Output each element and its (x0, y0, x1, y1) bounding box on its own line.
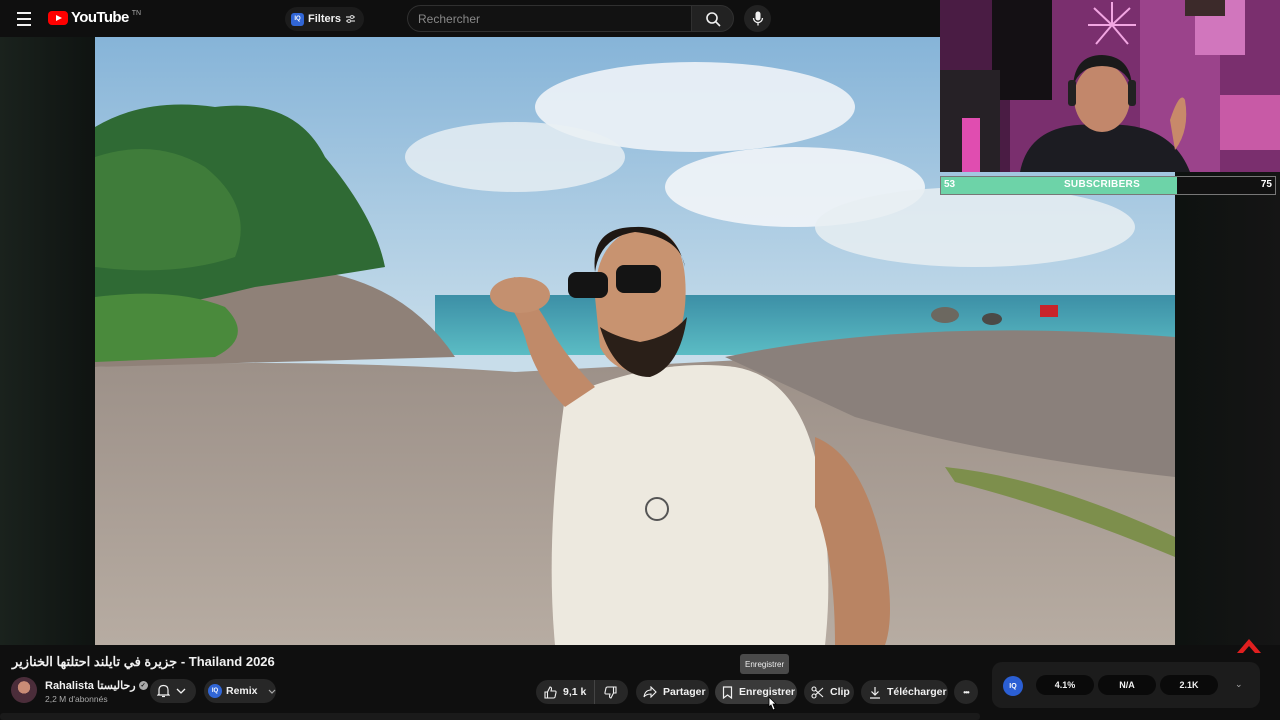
notification-bell-button[interactable] (150, 679, 196, 703)
page-scroll-strip (0, 713, 980, 720)
subscriber-count: 2,2 M d'abonnés (45, 694, 108, 704)
search-input[interactable] (407, 5, 691, 32)
masthead: YouTube TN IQ Filters (0, 0, 940, 37)
filters-label: Filters (308, 13, 342, 25)
more-icon: ••• (963, 687, 969, 697)
youtube-play-icon (48, 10, 68, 25)
share-button[interactable]: Partager (636, 680, 709, 704)
like-dislike-group: 9,1 k (536, 680, 628, 704)
youtube-logo[interactable]: YouTube TN (48, 9, 141, 26)
channel-name-row[interactable]: Rahalista رحاليستا ✓ (45, 679, 148, 692)
stat-engagement: 4.1% (1036, 675, 1094, 695)
thumbs-up-icon (544, 685, 557, 699)
search-button[interactable] (691, 5, 734, 32)
verified-icon: ✓ (138, 681, 148, 690)
mouse-cursor-icon (768, 696, 777, 711)
more-actions-button[interactable]: ••• (954, 680, 978, 704)
microphone-icon (752, 11, 763, 26)
sliders-icon (346, 15, 356, 23)
menu-button[interactable] (12, 8, 36, 30)
logo-country-code: TN (131, 10, 142, 17)
share-label: Partager (663, 686, 706, 698)
stat-tertiary: 2.1K (1160, 675, 1218, 695)
remix-button[interactable]: IQ Remix (204, 679, 276, 703)
search-bar (407, 5, 734, 32)
streamer-webcam (940, 0, 1280, 172)
iq-stats-panel: IQ 4.1% N/A 2.1K ⌄ (992, 662, 1260, 708)
logo-text: YouTube (71, 9, 129, 26)
scissors-icon (811, 685, 824, 699)
like-button[interactable]: 9,1 k (536, 680, 596, 704)
subscriber-goal-bar: 53 SUBSCRIBERS 75 (940, 176, 1276, 195)
download-label: Télécharger (887, 686, 947, 698)
share-icon (643, 686, 657, 698)
chevron-down-icon (176, 688, 186, 694)
save-tooltip: Enregistrer (740, 654, 790, 674)
bell-icon (157, 684, 170, 698)
clip-button[interactable]: Clip (804, 680, 854, 704)
voice-search-button[interactable] (744, 5, 771, 32)
youtube-watch-page: YouTube TN IQ Filters Rechercher 53 SUBS… (0, 0, 1280, 720)
download-button[interactable]: Télécharger (861, 680, 948, 704)
subscriber-goal-target: 75 (1260, 179, 1272, 190)
iq-extension-icon: IQ (291, 12, 304, 26)
remix-label: Remix (226, 685, 258, 697)
red-arrow-icon (1237, 639, 1261, 653)
video-title: جزيرة في تايلند احتلتها الخنازير - Thail… (12, 654, 275, 669)
subscriber-goal-label: SUBSCRIBERS (1063, 179, 1141, 190)
hamburger-icon (17, 12, 31, 14)
stat-secondary: N/A (1098, 675, 1156, 695)
chevron-down-icon[interactable]: ⌄ (1235, 679, 1243, 690)
clip-label: Clip (830, 686, 850, 698)
channel-name[interactable]: Rahalista رحاليستا (45, 679, 136, 692)
iq-extension-icon: IQ (208, 684, 222, 698)
save-button[interactable]: Enregistrer (715, 680, 797, 704)
bookmark-icon (722, 685, 733, 699)
search-icon (705, 11, 721, 27)
thumbs-down-icon (604, 685, 617, 699)
chevron-down-icon (268, 689, 275, 694)
channel-avatar[interactable] (11, 677, 37, 703)
iq-extension-icon[interactable]: IQ (1003, 676, 1023, 696)
like-count: 9,1 k (563, 686, 587, 698)
download-icon (870, 686, 880, 699)
webcam-frame (940, 0, 1280, 172)
filters-button[interactable]: IQ Filters (285, 7, 365, 31)
dislike-button[interactable] (595, 680, 617, 704)
